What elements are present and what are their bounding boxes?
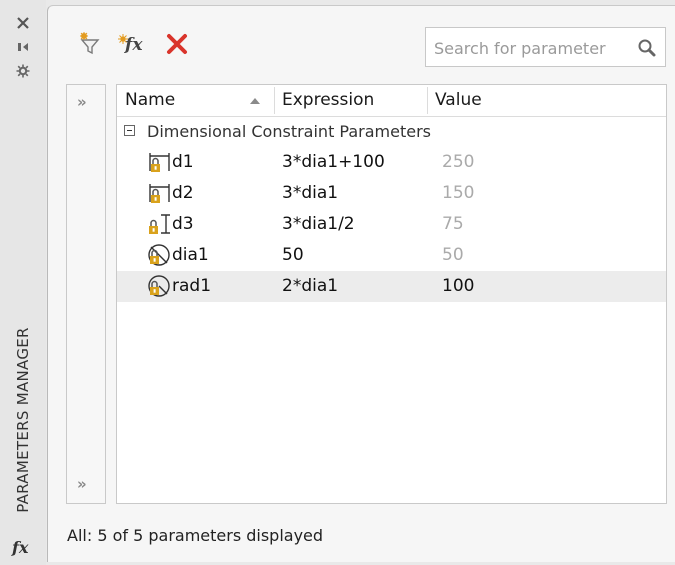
search-icon[interactable] <box>637 38 657 62</box>
status-text: All: 5 of 5 parameters displayed <box>67 526 324 545</box>
parameter-value: 150 <box>442 183 475 203</box>
parameter-name: d2 <box>172 183 194 203</box>
linear-dimension-icon <box>147 150 171 174</box>
table-row[interactable]: d3 3*dia1/2 75 <box>117 209 666 240</box>
column-header-name-label: Name <box>125 90 176 110</box>
parameter-expression[interactable]: 3*dia1 <box>282 183 338 203</box>
grid-header: Name Expression Value <box>117 85 666 117</box>
group-label: Dimensional Constraint Parameters <box>147 122 431 141</box>
parameter-value: 50 <box>442 245 464 265</box>
parameter-value: 75 <box>442 214 464 234</box>
filter-button[interactable] <box>76 32 106 60</box>
search-box <box>425 27 666 67</box>
expand-filter-tree-button[interactable]: » <box>77 93 87 111</box>
fx-icon: fx <box>12 538 29 557</box>
vertical-dimension-icon <box>147 212 171 236</box>
parameter-name: d1 <box>172 152 194 172</box>
table-row[interactable]: rad1 2*dia1 100 <box>117 271 666 302</box>
properties-icon[interactable] <box>12 62 34 80</box>
parameter-name: d3 <box>172 214 194 234</box>
table-row[interactable]: d1 3*dia1+100 250 <box>117 147 666 178</box>
parameter-expression[interactable]: 3*dia1/2 <box>282 214 355 234</box>
linear-dimension-icon <box>147 181 171 205</box>
parameter-name: dia1 <box>172 245 209 265</box>
parameter-expression[interactable]: 50 <box>282 245 304 265</box>
search-input[interactable] <box>432 37 626 59</box>
fx-glyph: fx <box>125 35 143 55</box>
column-header-expression-label: Expression <box>282 90 375 110</box>
column-header-expression[interactable]: Expression <box>274 85 427 116</box>
new-user-parameter-button[interactable]: fx <box>118 32 148 60</box>
table-row[interactable]: d2 3*dia1 150 <box>117 178 666 209</box>
diameter-dimension-icon <box>147 243 171 267</box>
expand-tree-rail: » » <box>66 84 106 504</box>
parameter-value: 100 <box>442 276 475 296</box>
parameter-name: rad1 <box>172 276 212 296</box>
group-row-dimensional[interactable]: Dimensional Constraint Parameters <box>117 118 666 146</box>
sort-ascending-icon <box>250 98 260 104</box>
column-header-value[interactable]: Value <box>427 85 667 116</box>
table-row[interactable]: dia1 50 50 <box>117 240 666 271</box>
parameters-grid: Name Expression Value Dimensional Constr… <box>116 84 667 504</box>
parameter-expression[interactable]: 3*dia1+100 <box>282 152 385 172</box>
filter-icon <box>78 32 104 60</box>
delete-icon <box>166 33 188 59</box>
collapse-toggle[interactable] <box>124 125 135 136</box>
delete-button[interactable] <box>162 32 192 60</box>
auto-hide-icon[interactable] <box>12 38 34 56</box>
new-user-parameter-icon: fx <box>118 34 148 58</box>
expand-filter-tree-button-bottom[interactable]: » <box>77 475 87 493</box>
parameter-value: 250 <box>442 152 475 172</box>
column-header-value-label: Value <box>435 90 482 110</box>
palette-title-bar: PARAMETERS MANAGER fx <box>0 0 46 565</box>
parameter-expression[interactable]: 2*dia1 <box>282 276 338 296</box>
palette-title: PARAMETERS MANAGER <box>14 327 32 513</box>
radius-dimension-icon <box>147 274 171 298</box>
close-icon[interactable] <box>12 14 34 32</box>
